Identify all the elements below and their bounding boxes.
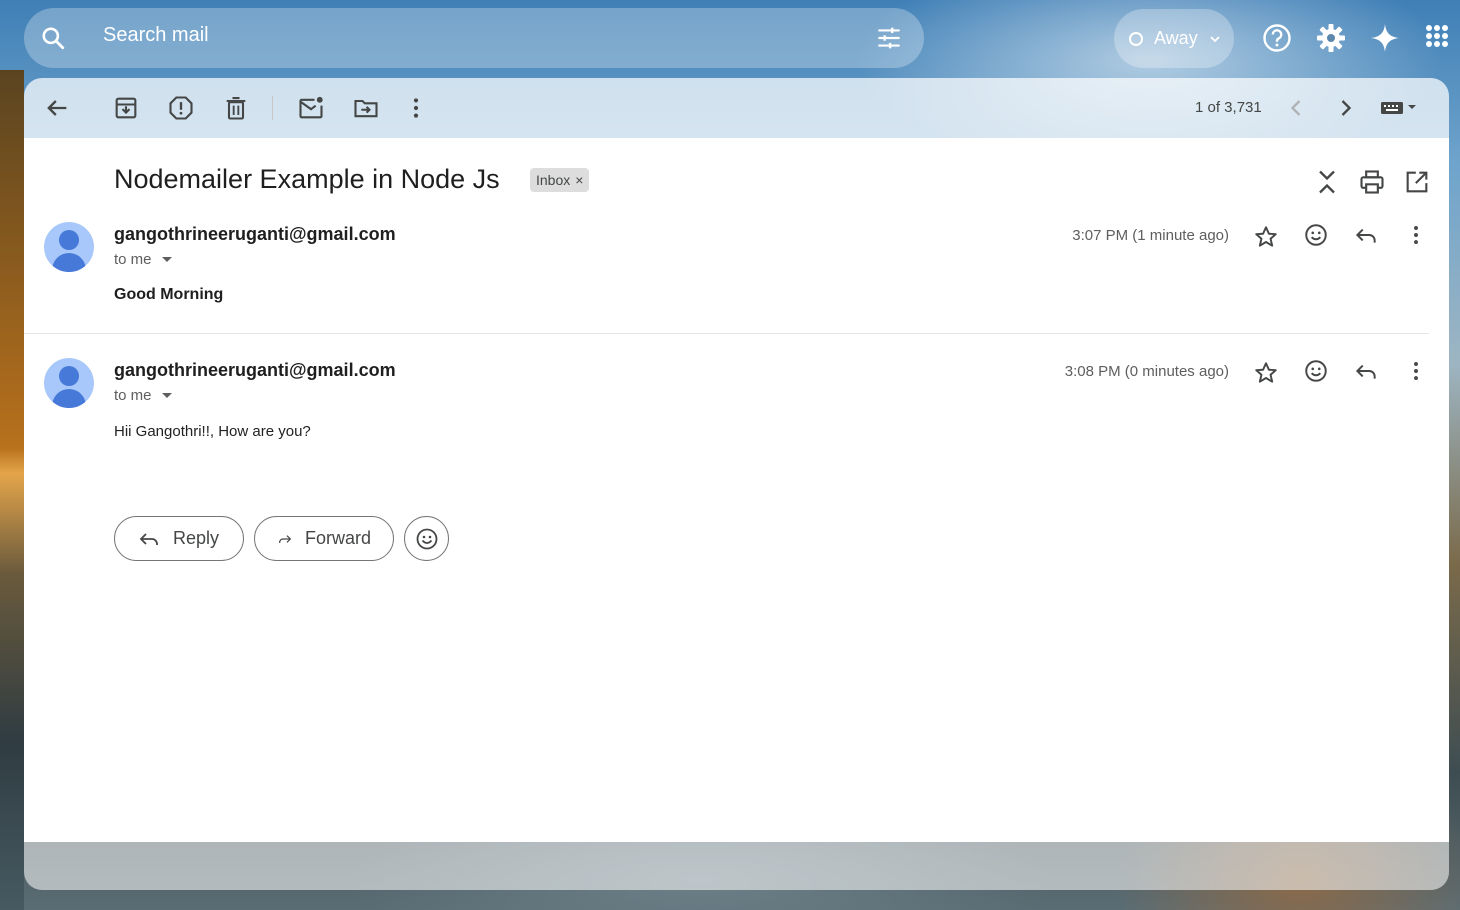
caret-down-icon [161, 393, 172, 398]
recipients-toggle[interactable]: to me [114, 251, 172, 268]
message-divider [24, 333, 1429, 334]
collapse-all-icon[interactable] [1313, 168, 1341, 196]
toolbar-divider [272, 96, 273, 120]
avatar-head-shape [59, 366, 79, 386]
recipients-toggle[interactable]: to me [114, 387, 172, 404]
avatar-body-shape [52, 253, 86, 272]
background-left-edge [0, 70, 24, 910]
keyboard-icon[interactable] [1379, 94, 1419, 122]
avatar[interactable] [44, 222, 94, 272]
recipients-label: to me [114, 387, 152, 404]
more-vert-icon[interactable] [1403, 222, 1429, 248]
move-to-icon[interactable] [352, 94, 380, 122]
older-chevron-icon[interactable] [1332, 94, 1360, 122]
search-bar[interactable]: Search mail [24, 8, 924, 68]
avatar[interactable] [44, 358, 94, 408]
message-body: Hii Gangothri!!, How are you? [114, 423, 311, 440]
settings-icon[interactable] [1314, 21, 1348, 55]
archive-icon[interactable] [112, 94, 140, 122]
status-ring-icon [1129, 32, 1143, 46]
emoji-icon [416, 528, 437, 549]
status-label: Away [1154, 28, 1198, 48]
avatar-body-shape [52, 389, 86, 408]
remove-label-button[interactable]: × [575, 172, 583, 188]
inbox-label-chip[interactable]: Inbox × [530, 168, 590, 192]
recipients-label: to me [114, 251, 152, 268]
mail-panel: 1 of 3,731 Nodemailer Example in Node Js… [24, 78, 1449, 890]
avatar-head-shape [59, 230, 79, 250]
message-time: 3:07 PM (1 minute ago) [1072, 227, 1229, 244]
emoji-react-icon[interactable] [1303, 358, 1329, 384]
newer-chevron-icon[interactable] [1282, 94, 1310, 122]
emoji-react-button[interactable] [404, 516, 449, 561]
panel-bottom-area [24, 842, 1449, 890]
help-icon[interactable] [1260, 21, 1294, 55]
reply-button[interactable]: Reply [114, 516, 244, 561]
reply-icon[interactable] [1353, 358, 1379, 384]
caret-down-icon [161, 257, 172, 262]
chevron-down-icon [1210, 36, 1220, 43]
search-icon[interactable] [40, 25, 66, 51]
thread-toolbar: 1 of 3,731 [24, 78, 1449, 138]
delete-icon[interactable] [222, 94, 250, 122]
search-options-icon[interactable] [876, 25, 902, 51]
pagination-count: 1 of 3,731 [1195, 99, 1262, 116]
status-away-button[interactable]: Away [1114, 9, 1234, 68]
forward-button-label: Forward [304, 528, 371, 548]
message-time: 3:08 PM (0 minutes ago) [1064, 363, 1229, 380]
reply-icon [139, 532, 158, 545]
more-vert-icon[interactable] [402, 94, 430, 122]
reply-icon[interactable] [1353, 222, 1379, 248]
thread-content: Nodemailer Example in Node Js Inbox × ga… [24, 138, 1449, 842]
report-spam-icon[interactable] [167, 94, 195, 122]
sender-email[interactable]: gangothrineeruganti@gmail.com [114, 360, 396, 381]
label-chip-text: Inbox [536, 172, 571, 188]
more-vert-icon[interactable] [1403, 358, 1429, 384]
back-arrow-icon[interactable] [43, 94, 71, 122]
gemini-spark-icon[interactable] [1368, 21, 1402, 55]
emoji-react-icon[interactable] [1303, 222, 1329, 248]
forward-icon [279, 534, 292, 543]
star-icon[interactable] [1253, 224, 1279, 250]
open-new-window-icon[interactable] [1403, 168, 1431, 196]
star-icon[interactable] [1253, 360, 1279, 386]
reply-button-label: Reply [173, 528, 220, 548]
mark-unread-icon[interactable] [297, 94, 325, 122]
apps-grid-icon[interactable] [1422, 21, 1456, 55]
print-icon[interactable] [1358, 168, 1386, 196]
sender-email[interactable]: gangothrineeruganti@gmail.com [114, 224, 396, 245]
forward-button[interactable]: Forward [254, 516, 394, 561]
search-input[interactable]: Search mail [103, 24, 209, 47]
message-body: Good Morning [114, 286, 224, 303]
thread-subject: Nodemailer Example in Node Js [114, 164, 500, 194]
